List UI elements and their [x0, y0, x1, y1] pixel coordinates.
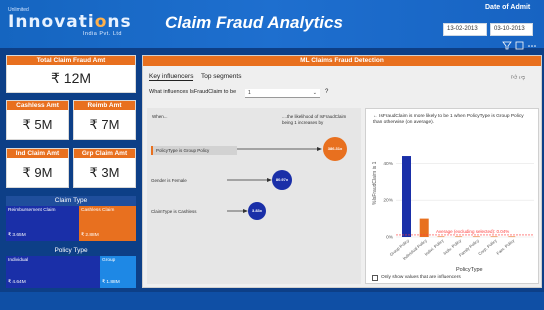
question-mark: ? — [325, 89, 329, 95]
chart-bar — [490, 236, 498, 238]
date-filter-label: Date of Admit — [485, 4, 531, 11]
claim-type-title: Claim Type — [6, 196, 136, 206]
chart-y-axis-label: %IsFraudClaim is 1 — [372, 161, 378, 205]
tab-top-segments[interactable]: Top segments — [201, 73, 241, 80]
claim-type-treemap: Claim Type Reimbursement Claim ₹ 3.65M C… — [6, 196, 136, 241]
influencers-only-label: Only show values that are influencers — [381, 275, 461, 280]
bottom-bar — [0, 292, 544, 310]
policy-type-segment-group[interactable]: Group ₹ 1.88M — [100, 256, 136, 288]
influencer-row-claimtype-cashless[interactable]: ClaimType is Cashless — [151, 208, 197, 215]
date-start-input[interactable]: 13-02-2013 — [443, 23, 487, 36]
claim-type-segment-cashless[interactable]: Cashless Claim ₹ 2.88M — [79, 206, 136, 241]
chevron-down-icon: ⌄ — [312, 90, 317, 96]
header-bar: Unlimited Innovations India Pvt. Ltd Cla… — [0, 0, 544, 50]
influencer-bubble-gender-female[interactable]: 80.97x — [272, 170, 292, 190]
y-tick-label: 40% — [383, 161, 393, 167]
logo-wordmark: Innovations — [8, 12, 132, 32]
target-value-dropdown[interactable]: 1 ⌄ — [245, 89, 320, 98]
influencer-question: What influences IsFraudClaim to be — [149, 89, 237, 95]
policy-type-title: Policy Type — [6, 246, 136, 256]
chart-x-axis-label: PolicyType — [456, 267, 483, 273]
x-tick-label: Family Policy — [458, 237, 481, 257]
segment-name: Group — [102, 258, 116, 263]
kpi-label: Reimb Amt — [74, 101, 135, 110]
kpi-total-claim-fraud[interactable]: Total Claim Fraud Amt ₹ 12M — [6, 55, 136, 93]
kpi-cashless[interactable]: Cashless Amt ₹ 5M — [6, 100, 69, 140]
company-logo: Unlimited Innovations India Pvt. Ltd — [8, 7, 131, 39]
influencer-connector-lines — [227, 147, 322, 213]
influencers-list: When... ....the likelihood of IsFraudCla… — [147, 108, 361, 284]
chart-bar — [472, 236, 480, 238]
influencer-bubble-group-policy[interactable]: 386.31x — [323, 137, 347, 161]
kpi-value: ₹ 9M — [22, 165, 53, 180]
ml-fraud-detection-panel: ML Claims Fraud Detection Key influencer… — [142, 55, 542, 288]
kpi-label: Ind Claim Amt — [7, 149, 68, 158]
influencer-label: Gender is Female — [151, 178, 187, 183]
claim-type-segment-reimbursement[interactable]: Reimbursement Claim ₹ 3.65M — [6, 206, 79, 241]
x-tick-label: Corp. Policy — [477, 237, 498, 256]
chart-bar — [508, 236, 516, 238]
x-tick-label: Fam. Policy — [495, 237, 516, 255]
feedback-icons: 👍︎ 👎︎ — [511, 73, 525, 81]
segment-value: ₹ 1.88M — [102, 280, 120, 285]
chart-bar — [437, 236, 445, 238]
influencer-bubble-claimtype-cashless[interactable]: 3.83x — [248, 202, 266, 220]
chart-bar — [419, 218, 429, 237]
panel-title: ML Claims Fraud Detection — [143, 56, 541, 66]
average-reference-label: Average (excluding selected): 0.04% — [436, 229, 509, 234]
tab-key-influencers[interactable]: Key influencers — [149, 73, 194, 81]
kpi-label: Grp Claim Amt — [74, 149, 135, 158]
policy-type-chart: %IsFraudClaim is 10%20%40%Group PolicyIn… — [372, 156, 534, 261]
kpi-value: ₹ 5M — [22, 117, 53, 132]
y-tick-label: 0% — [386, 235, 394, 241]
policy-type-segment-individual[interactable]: Individual ₹ 4.64M — [6, 256, 100, 288]
segment-value: ₹ 2.88M — [81, 233, 99, 238]
influencers-only-checkbox[interactable] — [372, 275, 378, 281]
segment-name: Reimbursement Claim — [8, 208, 56, 213]
visual-header-icons — [502, 41, 536, 50]
influencer-row-gender-female[interactable]: Gender is Female — [151, 177, 187, 184]
focus-mode-icon[interactable] — [515, 41, 524, 50]
dropdown-value: 1 — [248, 90, 251, 96]
segment-value: ₹ 3.65M — [8, 233, 26, 238]
kpi-reimb[interactable]: Reimb Amt ₹ 7M — [73, 100, 136, 140]
page-title: Claim Fraud Analytics — [165, 13, 343, 32]
thumbs-up-icon[interactable]: 👍︎ — [511, 75, 517, 81]
segment-name: Cashless Claim — [81, 208, 115, 213]
y-tick-label: 20% — [383, 198, 393, 204]
thumbs-down-icon[interactable]: 👎︎ — [519, 75, 525, 81]
filter-icon[interactable] — [502, 41, 512, 50]
more-options-icon[interactable] — [528, 45, 536, 47]
kpi-ind-claim[interactable]: Ind Claim Amt ₹ 9M — [6, 148, 69, 188]
chart-bar — [455, 236, 463, 238]
kpi-label: Cashless Amt — [7, 101, 68, 110]
influencer-detail-card: ← IsFraudClaim is more likely to be 1 wh… — [365, 108, 539, 284]
kpi-grp-claim[interactable]: Grp Claim Amt ₹ 3M — [73, 148, 136, 188]
segment-name: Individual — [8, 258, 29, 263]
segment-value: ₹ 4.64M — [8, 280, 26, 285]
kpi-value: ₹ 3M — [89, 165, 120, 180]
influencer-label: PolicyType is Group Policy — [156, 148, 210, 153]
date-end-input[interactable]: 03-10-2013 — [490, 23, 533, 36]
influencer-label: ClaimType is Cashless — [151, 209, 197, 214]
kpi-label: Total Claim Fraud Amt — [7, 56, 135, 65]
chart-bar — [402, 156, 411, 237]
x-tick-label: Indivi. Policy — [424, 237, 446, 256]
kpi-value: ₹ 7M — [89, 117, 120, 132]
policy-type-treemap: Policy Type Individual ₹ 4.64M Group ₹ 1… — [6, 246, 136, 288]
kpi-value: ₹ 12M — [50, 70, 92, 86]
logo-subtitle: India Pvt. Ltd — [82, 31, 122, 37]
influencer-row-group-policy[interactable]: PolicyType is Group Policy — [151, 146, 237, 155]
